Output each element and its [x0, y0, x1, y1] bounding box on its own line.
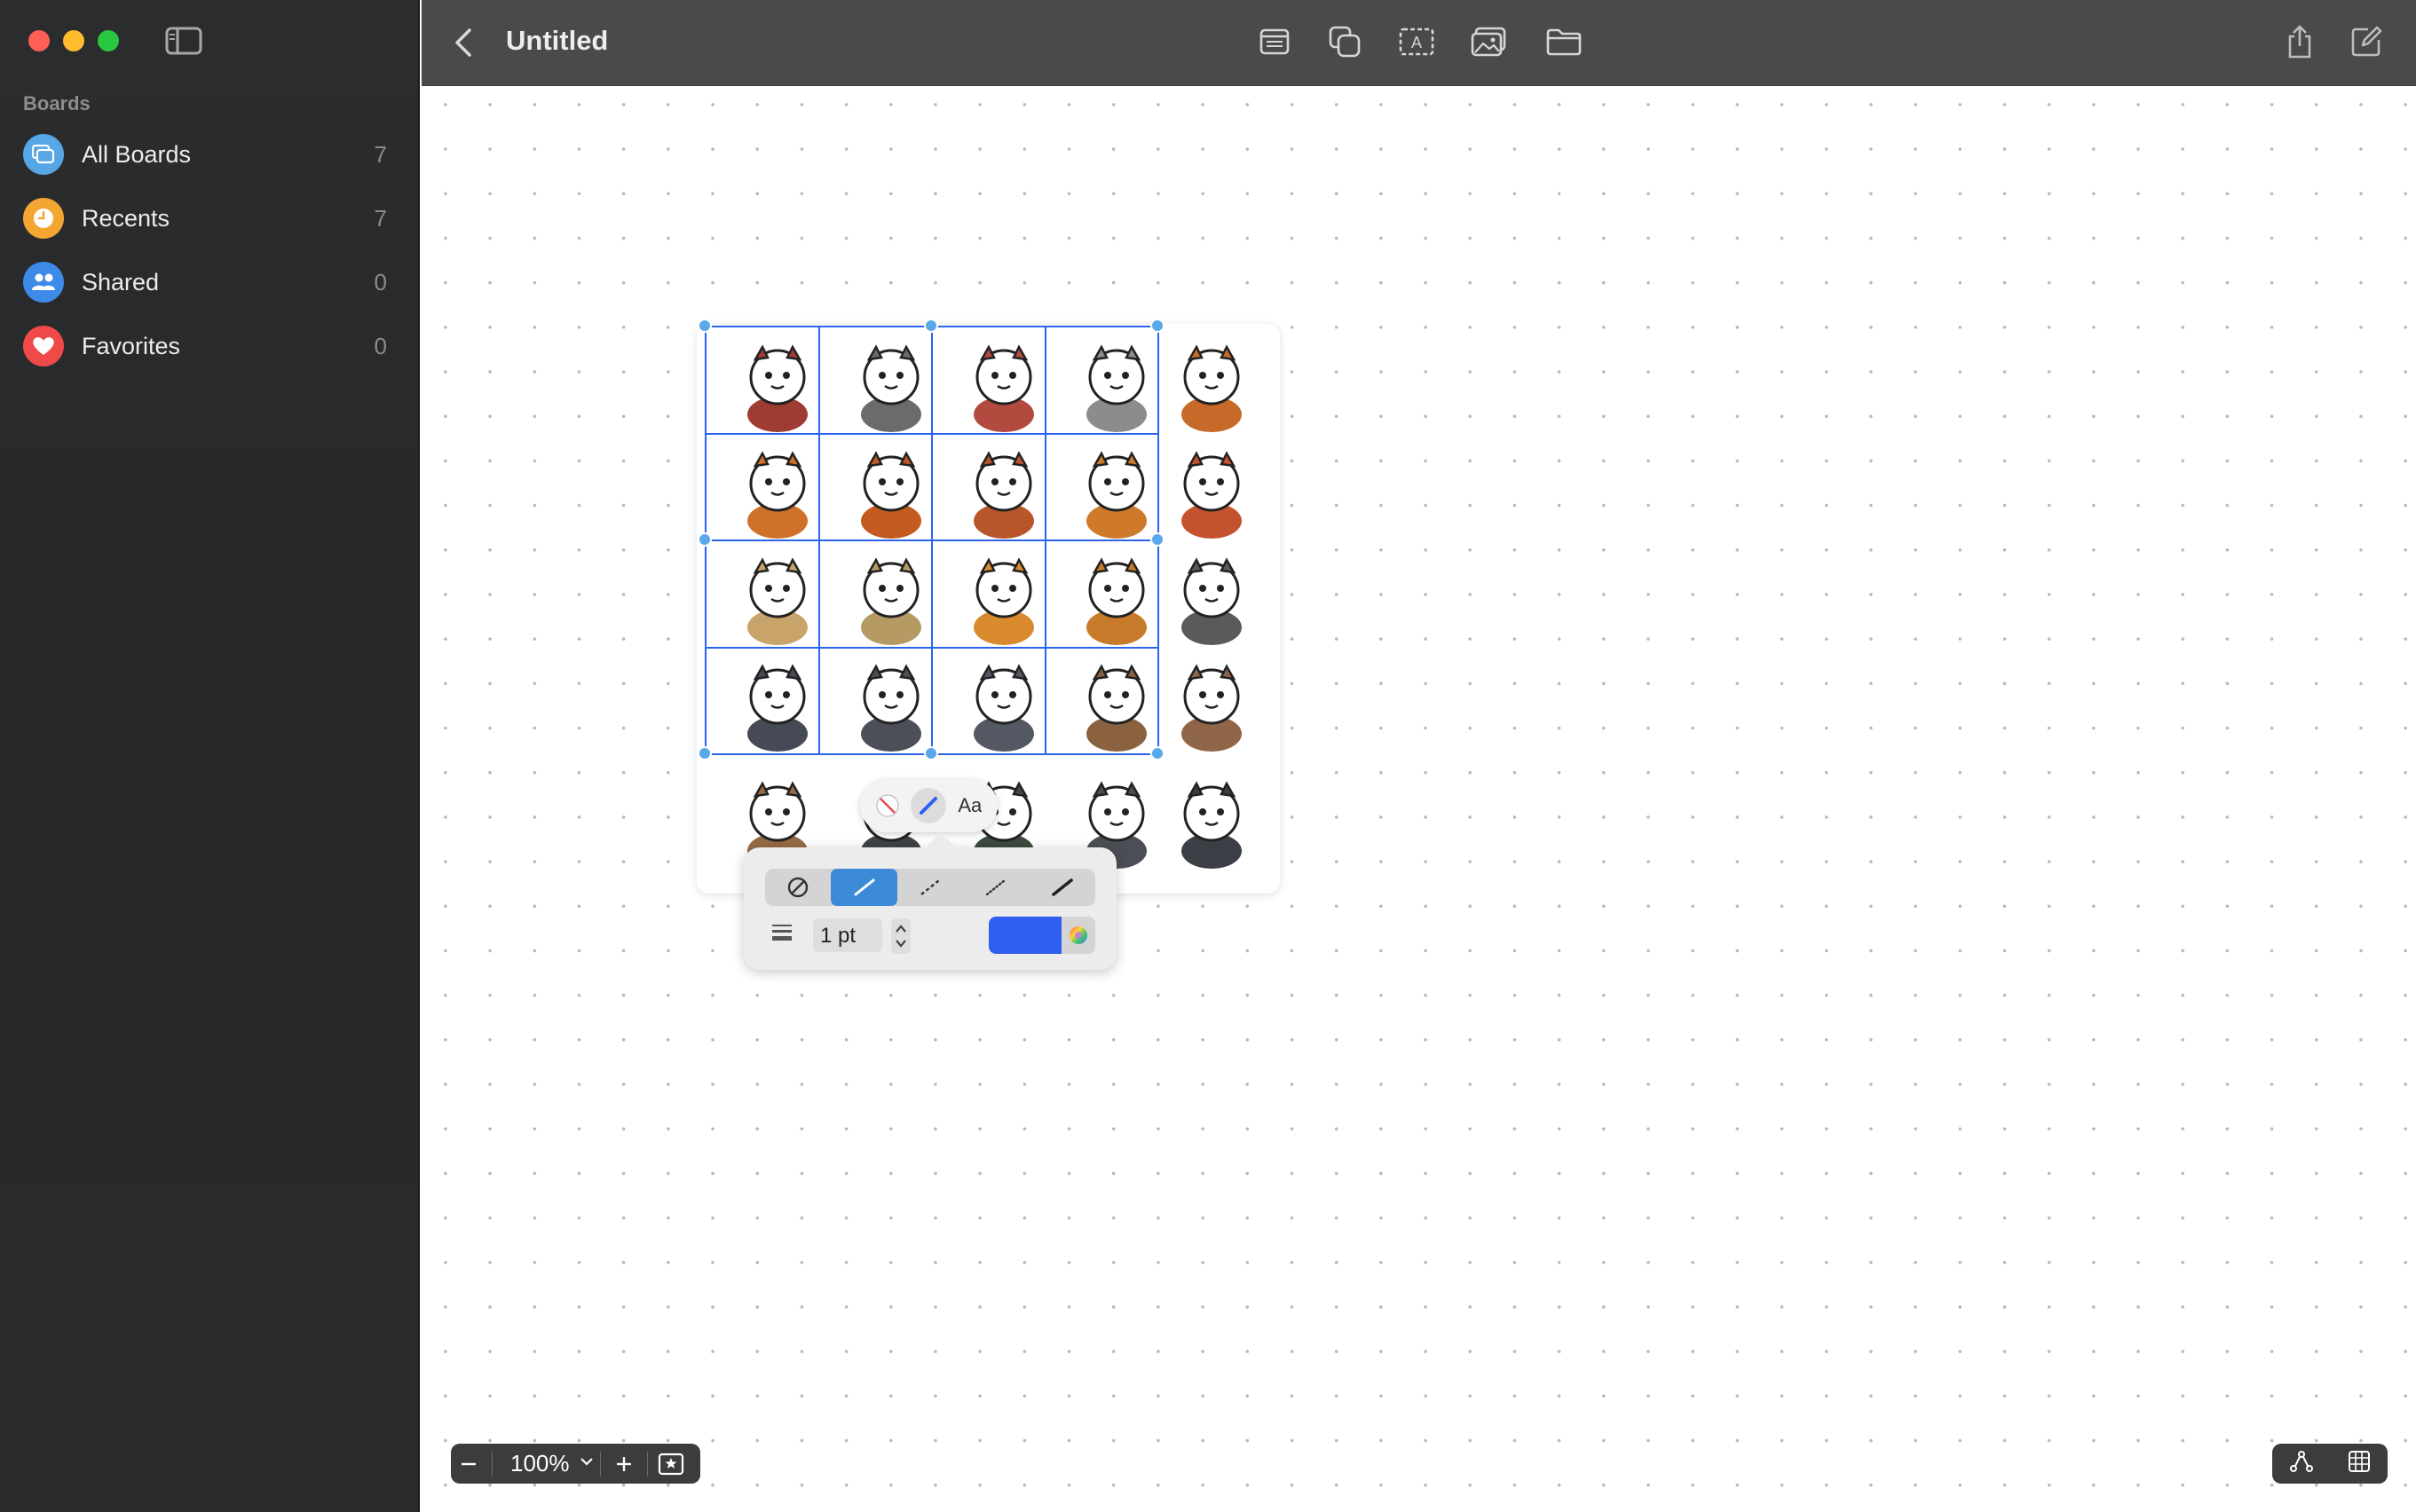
text-style-label: Aa	[958, 794, 983, 816]
table-cell[interactable]	[1044, 432, 1159, 541]
format-popover: Aa	[860, 779, 998, 832]
grid-toggle-icon[interactable]	[2348, 1450, 2371, 1477]
people-icon	[23, 262, 64, 303]
toolbar: Untitled A	[422, 0, 2416, 86]
zoom-level[interactable]: 100%	[510, 1450, 570, 1477]
sticker-wizard-bear	[1157, 542, 1266, 647]
line-style-brush[interactable]	[1030, 869, 1095, 906]
resize-handle[interactable]	[1150, 746, 1165, 760]
table-cell[interactable]	[931, 539, 1046, 649]
connection-lines-icon[interactable]	[2289, 1450, 2314, 1477]
zoom-control: 100%	[451, 1444, 700, 1484]
sidebar-item-favorites[interactable]: Favorites 0	[23, 320, 387, 372]
zoom-out-icon[interactable]	[451, 1444, 486, 1484]
sidebar-item-count: 7	[374, 140, 387, 168]
clock-icon	[23, 198, 64, 239]
table-cell[interactable]	[817, 432, 933, 541]
sidebar-item-label: Shared	[82, 268, 160, 295]
divider	[646, 1451, 648, 1477]
zoom-window-button[interactable]	[98, 30, 119, 51]
new-board-icon[interactable]	[2346, 21, 2387, 62]
divider	[492, 1451, 493, 1477]
fit-to-screen-icon[interactable]	[653, 1444, 689, 1484]
color-wheel-icon[interactable]	[1062, 917, 1095, 954]
table-cell[interactable]	[1044, 539, 1159, 649]
boards-section-heading: Boards	[23, 92, 91, 114]
text-box-icon[interactable]: A	[1396, 21, 1437, 62]
close-window-button[interactable]	[28, 30, 50, 51]
line-style-none[interactable]	[765, 869, 831, 906]
line-width-stepper[interactable]	[891, 918, 911, 954]
sidebar-item-label: All Boards	[82, 140, 192, 168]
line-style-dotted[interactable]	[963, 869, 1029, 906]
share-icon[interactable]	[2279, 21, 2320, 62]
text-style-button[interactable]: Aa	[952, 788, 988, 823]
resize-handle[interactable]	[1150, 532, 1165, 547]
shapes-icon[interactable]	[1324, 21, 1365, 62]
sidebar-item-count: 0	[374, 332, 387, 359]
minimize-window-button[interactable]	[63, 30, 84, 51]
resize-handle[interactable]	[698, 319, 712, 333]
selected-table[interactable]	[698, 319, 1165, 760]
table-cell[interactable]	[1044, 326, 1159, 435]
sidebar-item-label: Favorites	[82, 332, 181, 359]
chevron-down-icon[interactable]	[579, 1455, 595, 1472]
sticker-penguin-light	[1157, 766, 1266, 870]
table-cell[interactable]	[817, 646, 933, 755]
heart-icon	[23, 326, 64, 366]
resize-handle[interactable]	[698, 746, 712, 760]
boards-icon	[23, 134, 64, 175]
sticker-roast-chicken	[1157, 436, 1266, 540]
line-style-panel: 1 pt	[744, 847, 1117, 970]
sidebar-item-shared[interactable]: Shared 0	[23, 256, 387, 308]
sidebar-item-count: 7	[374, 204, 387, 232]
zoom-in-icon[interactable]	[606, 1444, 642, 1484]
table-cell[interactable]	[705, 646, 820, 755]
sticky-note-icon[interactable]	[1254, 21, 1295, 62]
sidebar-toggle-icon[interactable]	[165, 27, 202, 55]
media-icon[interactable]	[1468, 21, 1509, 62]
line-width-field[interactable]: 1 pt	[813, 918, 882, 952]
files-icon[interactable]	[1544, 21, 1584, 62]
table-cell[interactable]	[705, 432, 820, 541]
table-cell[interactable]	[931, 646, 1046, 755]
table-cell[interactable]	[705, 326, 820, 435]
resize-handle[interactable]	[924, 746, 938, 760]
table-cell[interactable]	[931, 432, 1046, 541]
table-cell[interactable]	[705, 539, 820, 649]
resize-handle[interactable]	[1150, 319, 1165, 333]
back-icon[interactable]	[450, 25, 477, 60]
divider	[599, 1451, 601, 1477]
table-cell[interactable]	[817, 539, 933, 649]
sidebar: Boards All Boards 7 Recents 7 Shared 0 F…	[0, 0, 420, 1512]
table-cell[interactable]	[931, 326, 1046, 435]
table-cell[interactable]	[817, 326, 933, 435]
sidebar-item-recents[interactable]: Recents 7	[23, 193, 387, 244]
sticker-bear-singing	[1157, 649, 1266, 753]
line-color-swatch[interactable]	[989, 917, 1062, 954]
table-cell[interactable]	[1044, 646, 1159, 755]
bottom-right-controls	[2272, 1444, 2388, 1484]
line-style-segmented-control	[765, 869, 1095, 906]
line-style-button[interactable]	[911, 788, 947, 823]
line-color-well[interactable]	[989, 917, 1095, 954]
line-style-dashed[interactable]	[897, 869, 963, 906]
resize-handle[interactable]	[698, 532, 712, 547]
line-weight-icon	[770, 922, 793, 948]
sidebar-item-label: Recents	[82, 204, 170, 232]
sidebar-item-all-boards[interactable]: All Boards 7	[23, 129, 387, 180]
resize-handle[interactable]	[924, 319, 938, 333]
sidebar-item-count: 0	[374, 268, 387, 295]
svg-text:A: A	[1411, 34, 1422, 51]
line-style-solid[interactable]	[831, 869, 897, 906]
sticker-cat-eating	[1157, 329, 1266, 434]
fill-color-button[interactable]	[870, 788, 905, 823]
board-title[interactable]: Untitled	[506, 25, 608, 57]
